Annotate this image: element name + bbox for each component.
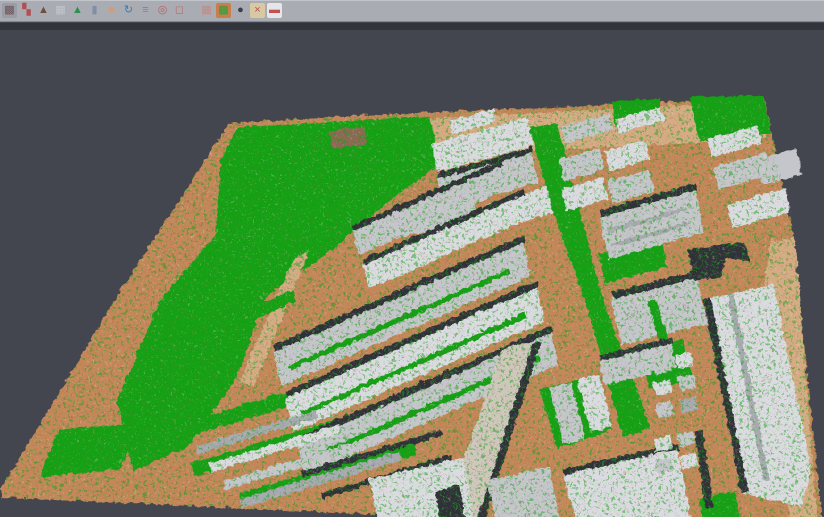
point-cloud-scene (0, 23, 824, 517)
orthophoto-icon[interactable]: ■ (104, 3, 119, 18)
main-toolbar: ▩▚▲▦▲▮■↻≡◎◻▦▩●×▬ (0, 0, 824, 22)
report-file-icon[interactable]: ▬ (267, 3, 282, 18)
refresh-globe-icon[interactable]: ↻ (121, 3, 136, 18)
classified-map-icon[interactable]: ▩ (216, 3, 231, 18)
green-terrain-icon[interactable]: ▲ (70, 3, 85, 18)
grid-tile-icon[interactable]: ▦ (199, 3, 214, 18)
extent-icon[interactable]: ◻ (172, 3, 187, 18)
transform-arrows-icon[interactable]: × (250, 3, 265, 18)
viewport-3d[interactable] (0, 23, 824, 517)
toolbar-shadow-band (0, 23, 824, 30)
target-icon[interactable]: ◎ (155, 3, 170, 18)
point-cloud-view-icon[interactable]: ▩ (2, 3, 17, 18)
list-icon[interactable]: ≡ (138, 3, 153, 18)
column-view-icon[interactable]: ▮ (87, 3, 102, 18)
image-pixels-icon[interactable]: ▚ (19, 3, 34, 18)
mesh-faint-icon[interactable]: ▦ (53, 3, 68, 18)
terrain-mountain-icon[interactable]: ▲ (36, 3, 51, 18)
sphere-icon[interactable]: ● (233, 3, 248, 18)
